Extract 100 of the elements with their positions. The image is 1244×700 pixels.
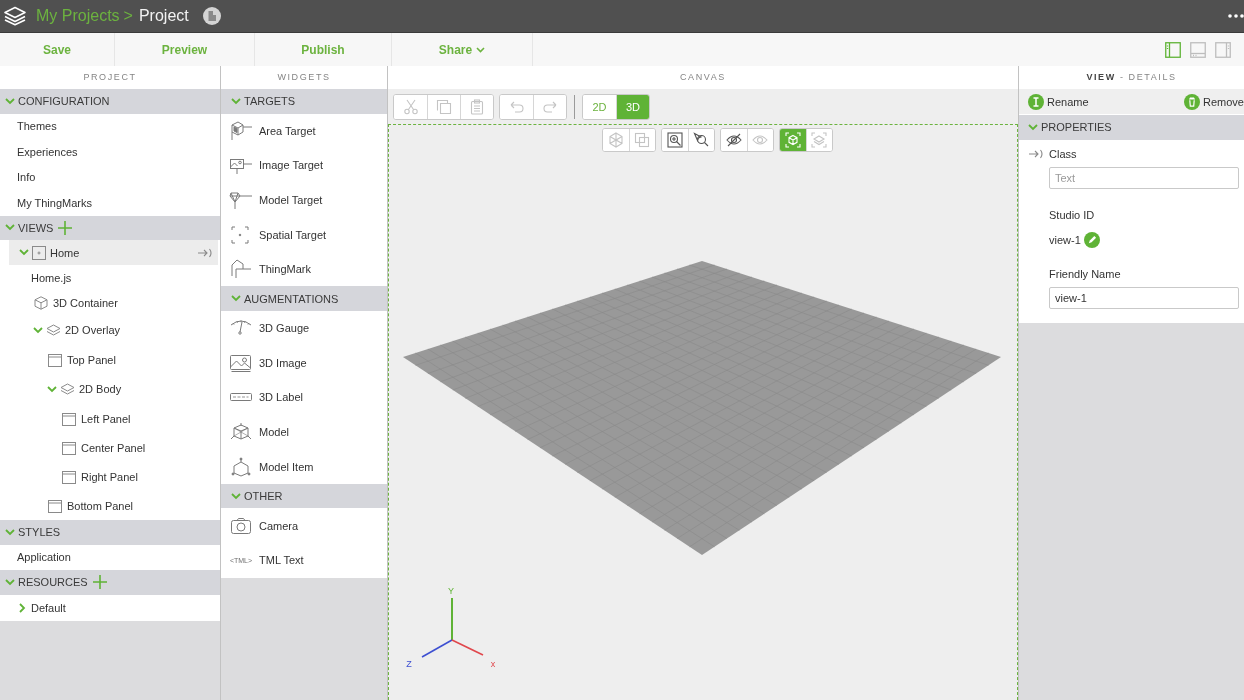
- widget-item[interactable]: 3D Image: [221, 345, 387, 381]
- tree-item[interactable]: 3D Container: [9, 290, 218, 315]
- widget-item[interactable]: Image Target: [221, 148, 387, 183]
- arrow-bracket-icon[interactable]: [197, 247, 213, 258]
- field-value: view-1: [1049, 233, 1081, 246]
- tree-item[interactable]: Top Panel: [9, 345, 218, 374]
- rename-button[interactable]: Rename: [1028, 93, 1089, 110]
- tree-item[interactable]: Themes: [9, 113, 218, 139]
- section-header[interactable]: CONFIGURATION: [0, 89, 220, 114]
- chevron-icon[interactable]: [231, 97, 241, 105]
- plus-icon[interactable]: [58, 220, 73, 235]
- arrow-bracket-icon[interactable]: [1028, 148, 1044, 159]
- frame-icon: [32, 245, 46, 260]
- widget-item[interactable]: Model Target: [221, 182, 387, 218]
- right-sidebar-icon[interactable]: [1215, 41, 1231, 58]
- field-label: Friendly Name: [1049, 267, 1121, 280]
- picture-icon: [229, 352, 253, 373]
- left-sidebar-icon[interactable]: [1165, 41, 1181, 58]
- chevron-icon[interactable]: [1028, 123, 1038, 131]
- chevron-icon[interactable]: [33, 326, 43, 334]
- zoom-in-icon: [666, 132, 683, 148]
- pencil-icon[interactable]: [1083, 231, 1100, 248]
- chevron-icon[interactable]: [231, 492, 241, 500]
- tree-item[interactable]: 2D Body: [9, 374, 218, 404]
- layers-icon: [60, 383, 75, 395]
- tree-item[interactable]: Center Panel: [9, 433, 218, 462]
- camera-icon: [229, 515, 253, 536]
- magnifier-pointer-icon: [693, 132, 709, 148]
- window-icon: [62, 469, 76, 484]
- house-outline-icon: [229, 259, 253, 280]
- field-label: Studio ID: [1049, 208, 1095, 221]
- more-icon[interactable]: [1228, 14, 1244, 18]
- tree-item[interactable]: Right Panel: [9, 462, 218, 491]
- gem-icon: [229, 190, 253, 210]
- tree-item[interactable]: Home: [9, 240, 218, 265]
- clipboard-icon: [469, 98, 485, 115]
- focus-button[interactable]: [779, 129, 806, 151]
- widget-item[interactable]: Model Item: [221, 449, 387, 484]
- panel-title: PROJECT: [0, 66, 220, 89]
- widget-item[interactable]: Camera: [221, 508, 387, 544]
- hexagon-icon: [229, 456, 253, 477]
- panel-title: VIEW - DETAILS: [1019, 66, 1244, 89]
- chevron-icon[interactable]: [5, 97, 15, 105]
- zoom-select-button[interactable]: [687, 129, 714, 151]
- axis-label: Y: [448, 585, 454, 596]
- text-cursor-icon: [1028, 93, 1044, 110]
- section-header[interactable]: RESOURCES: [0, 570, 220, 595]
- chevron-icon[interactable]: [5, 528, 15, 536]
- chevron-icon[interactable]: [5, 224, 15, 232]
- widget-item[interactable]: Model: [221, 414, 387, 450]
- widget-item[interactable]: 3D Gauge: [221, 310, 387, 346]
- widget-item[interactable]: Area Target: [221, 113, 387, 149]
- field-label: Class: [1049, 147, 1077, 160]
- copy-icon: [436, 98, 452, 115]
- window-icon: [62, 411, 76, 426]
- layers-focus-icon: [811, 132, 827, 148]
- eye-slash-icon: [725, 132, 742, 148]
- axis-label: x: [490, 658, 496, 669]
- tree-item[interactable]: Left Panel: [9, 404, 218, 433]
- widget-item[interactable]: Spatial Target: [221, 217, 387, 252]
- axis-label: Z: [406, 658, 412, 669]
- cube-icon: [607, 132, 624, 148]
- scissors-icon: [402, 98, 419, 115]
- chevron-icon[interactable]: [5, 578, 15, 586]
- text-input[interactable]: view-1: [1049, 286, 1239, 309]
- remove-button[interactable]: Remove: [1184, 93, 1244, 110]
- chevron-icon[interactable]: [19, 249, 29, 256]
- tree-item[interactable]: 2D Overlay: [9, 315, 218, 345]
- window-icon: [48, 352, 62, 367]
- tree-item[interactable]: Home.js: [9, 265, 218, 290]
- cube-icon: [34, 295, 48, 310]
- section-header[interactable]: STYLES: [0, 520, 220, 545]
- cube-pin-icon: [229, 120, 253, 141]
- building-badge-icon[interactable]: [202, 7, 221, 25]
- section-header[interactable]: OTHER: [221, 483, 387, 509]
- bottom-bar-icon[interactable]: [1190, 41, 1206, 58]
- tree-item[interactable]: Bottom Panel: [9, 491, 218, 520]
- chevron-icon[interactable]: [19, 602, 26, 613]
- text-input[interactable]: Text: [1049, 166, 1239, 189]
- chevron-icon[interactable]: [47, 385, 57, 393]
- breadcrumb-separator: >: [123, 7, 133, 25]
- overlapping-squares-icon: [634, 132, 650, 148]
- widget-item[interactable]: 3D Label: [221, 380, 387, 415]
- cube-focus-icon: [784, 132, 801, 148]
- panel-title: WIDGETS: [221, 66, 387, 89]
- panel-title: CANVAS: [388, 66, 1018, 89]
- section-header[interactable]: PROPERTIES: [1019, 115, 1244, 140]
- section-header[interactable]: AUGMENTATIONS: [221, 286, 387, 311]
- section-header[interactable]: TARGETS: [221, 89, 387, 114]
- layers-logo-icon[interactable]: [3, 6, 27, 26]
- window-icon: [62, 440, 76, 455]
- tree-item[interactable]: Experiences: [9, 139, 218, 165]
- chevron-icon[interactable]: [231, 295, 241, 303]
- plus-icon[interactable]: [92, 575, 107, 590]
- layers-icon: [46, 324, 61, 336]
- window-icon: [48, 498, 62, 513]
- tree-item[interactable]: Info: [9, 164, 218, 190]
- widget-item[interactable]: ThingMark: [221, 251, 387, 287]
- section-header[interactable]: VIEWS: [0, 215, 220, 240]
- tree-item[interactable]: My ThingMarks: [9, 190, 218, 216]
